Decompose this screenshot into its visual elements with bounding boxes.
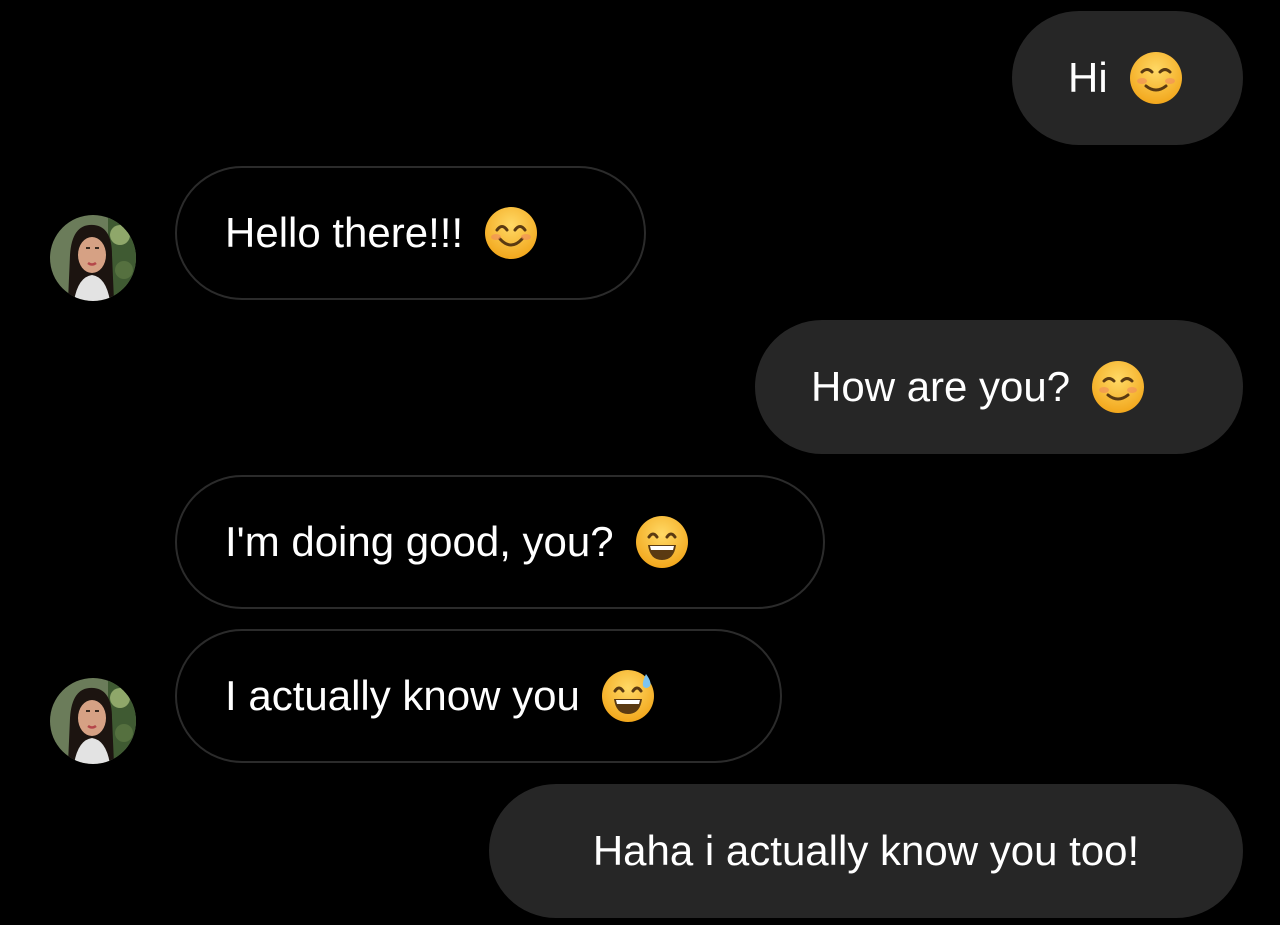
smiling-face-icon [1092,361,1145,413]
grinning-face-icon [635,516,688,568]
message-text: I'm doing good, you? [225,518,614,565]
grinning-face-with-sweat-icon [601,670,654,722]
message-text: Hi [1068,54,1108,101]
received-message-bubble[interactable]: Hello there!!! [175,166,646,300]
avatar[interactable] [50,678,136,764]
message-text: Hello there!!! [225,209,464,256]
message-text: I actually know you [225,672,580,719]
contact-photo [50,215,136,301]
message-text: Haha i actually know you too! [592,827,1140,874]
sent-message-bubble[interactable]: Hi [1012,11,1243,145]
message-text: How are you? [811,363,1071,410]
received-message-bubble[interactable]: I actually know you [175,629,782,763]
smiling-face-icon [1129,52,1182,104]
sent-message-bubble[interactable]: How are you? [755,320,1243,454]
avatar[interactable] [50,215,136,301]
sent-message-bubble[interactable]: Haha i actually know you too! [489,784,1243,918]
smiling-face-with-smiling-eyes-icon [485,207,538,259]
contact-photo [50,678,136,764]
received-message-bubble[interactable]: I'm doing good, you? [175,475,825,609]
